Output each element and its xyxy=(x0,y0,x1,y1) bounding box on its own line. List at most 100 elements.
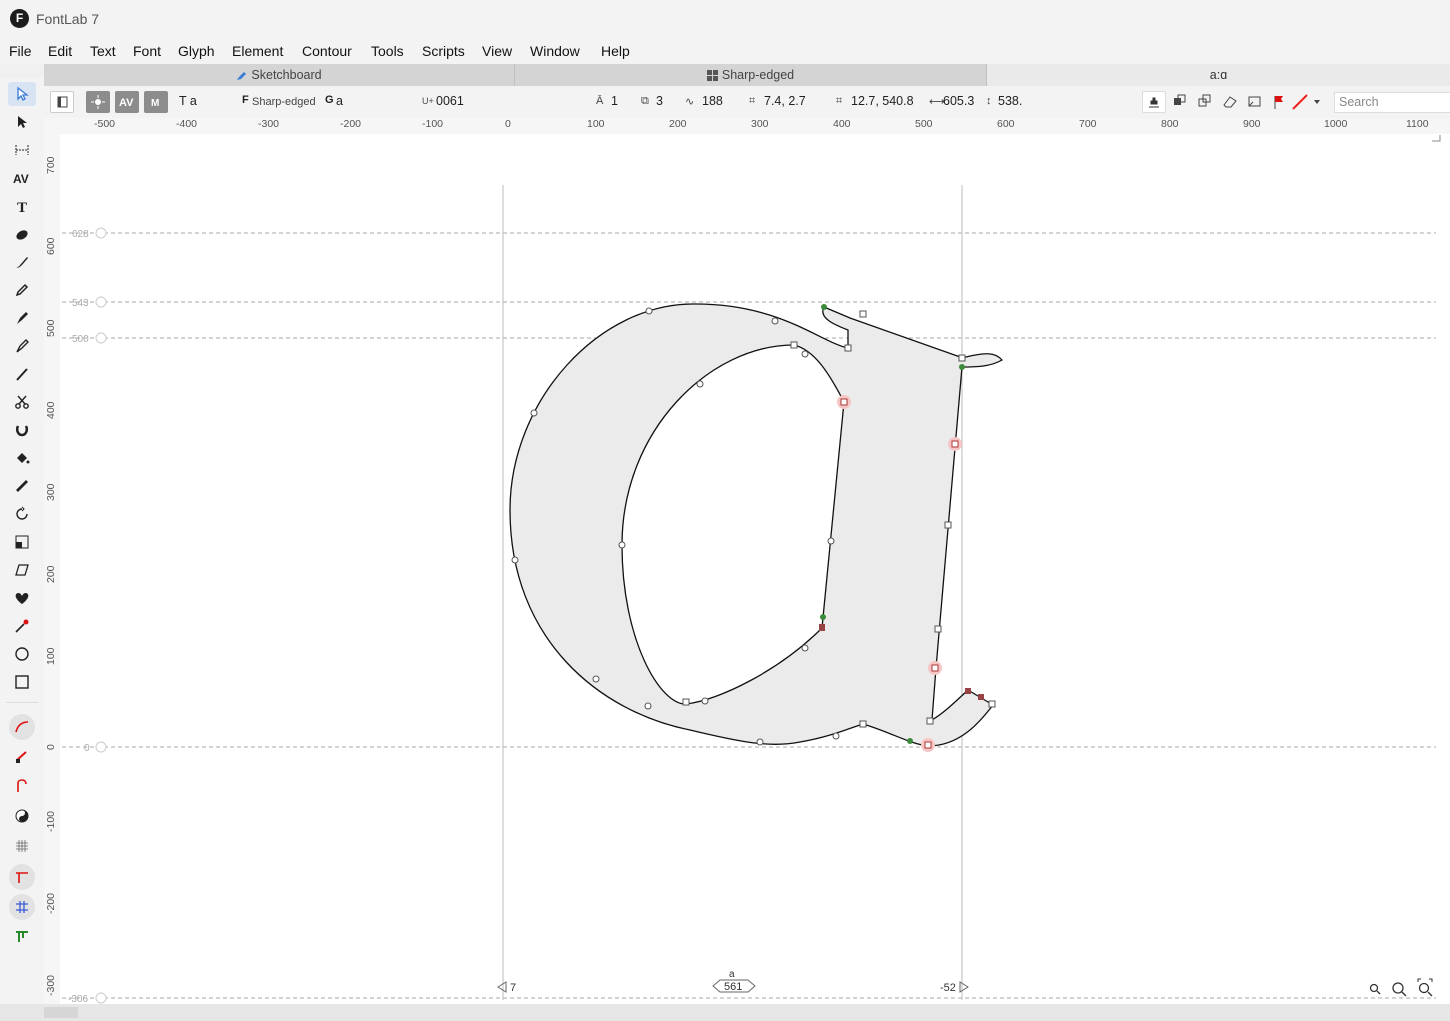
preview-toggle-button[interactable] xyxy=(86,91,110,113)
ellipse-tool[interactable] xyxy=(8,642,36,666)
search-input[interactable]: Search xyxy=(1334,92,1450,113)
node[interactable] xyxy=(859,310,867,318)
node[interactable] xyxy=(592,675,600,683)
node[interactable] xyxy=(771,317,779,325)
font-name-field[interactable]: Sharp-edged xyxy=(252,96,316,108)
kerning-toggle-button[interactable]: AV xyxy=(115,91,139,113)
node[interactable] xyxy=(926,717,934,725)
node[interactable] xyxy=(682,698,690,706)
start-node[interactable] xyxy=(821,304,827,310)
start-node[interactable] xyxy=(907,738,913,744)
position-field[interactable]: 7.4, 2.7 xyxy=(764,94,806,108)
rsb-arrow-icon[interactable] xyxy=(959,981,969,993)
glyph-canvas[interactable]: 628 543 500 0 -306 7 a 561 -52 xyxy=(60,134,1450,1004)
node-align-toggle[interactable] xyxy=(8,744,36,768)
union-button[interactable] xyxy=(1169,91,1191,113)
slant-tool[interactable] xyxy=(8,558,36,582)
baseline-lock-icon[interactable] xyxy=(95,741,107,753)
rectangle-tool[interactable] xyxy=(8,670,36,694)
start-node[interactable] xyxy=(820,614,826,620)
corner-resize-icon[interactable] xyxy=(1432,135,1441,142)
magnet-tool[interactable] xyxy=(8,418,36,442)
menu-contour[interactable]: Contour xyxy=(302,43,352,59)
cap-height-lock-icon[interactable] xyxy=(95,296,107,308)
menu-text[interactable]: Text xyxy=(90,43,116,59)
hints-toggle[interactable] xyxy=(8,924,36,948)
node[interactable] xyxy=(801,644,809,652)
zoom-fit-button[interactable] xyxy=(1417,978,1433,997)
fill-tool[interactable] xyxy=(8,446,36,470)
metrics-tool[interactable] xyxy=(8,138,36,162)
node[interactable] xyxy=(951,440,959,448)
node[interactable] xyxy=(931,664,939,672)
contour-tool[interactable] xyxy=(8,82,36,106)
node[interactable] xyxy=(978,694,984,700)
x-height-lock-icon[interactable] xyxy=(95,332,107,344)
zoom-out-button[interactable] xyxy=(1369,983,1381,995)
tab-glyph-window[interactable]: a:ɑ xyxy=(987,64,1450,86)
sidebar-toggle-button[interactable] xyxy=(50,91,74,113)
element-tool[interactable] xyxy=(8,110,36,134)
smart-corner-toggle[interactable] xyxy=(8,774,36,798)
knife-tool[interactable] xyxy=(8,390,36,414)
ascender-lock-icon[interactable] xyxy=(95,227,107,239)
pencil-tool[interactable] xyxy=(8,278,36,302)
node[interactable] xyxy=(988,700,996,708)
size-field[interactable]: 12.7, 540.8 xyxy=(851,94,914,108)
scroll-thumb[interactable] xyxy=(44,1007,78,1018)
node[interactable] xyxy=(832,732,840,740)
node[interactable] xyxy=(840,398,848,406)
start-node[interactable] xyxy=(959,364,965,370)
node[interactable] xyxy=(859,720,867,728)
power-nib-tool[interactable] xyxy=(8,362,36,386)
menu-tools[interactable]: Tools xyxy=(371,43,404,59)
node[interactable] xyxy=(644,702,652,710)
node[interactable] xyxy=(958,354,966,362)
menu-element[interactable]: Element xyxy=(232,43,283,59)
rsb-value[interactable]: -52 xyxy=(940,982,956,994)
frame-button[interactable] xyxy=(1244,91,1266,113)
metrics-lines-toggle[interactable] xyxy=(9,894,35,920)
scale-tool[interactable] xyxy=(8,530,36,554)
eraser-button[interactable] xyxy=(1219,91,1241,113)
node[interactable] xyxy=(790,341,798,349)
curve-mode-toggle[interactable] xyxy=(9,714,35,740)
menu-window[interactable]: Window xyxy=(530,43,580,59)
brush-tool[interactable] xyxy=(8,250,36,274)
copy-button[interactable] xyxy=(1194,91,1216,113)
blob-brush-tool[interactable] xyxy=(8,222,36,246)
stamp-button[interactable] xyxy=(1142,91,1166,113)
text-tool[interactable]: T xyxy=(8,194,36,218)
text-mode-field[interactable]: T a xyxy=(179,94,197,108)
height-field[interactable]: 538. xyxy=(998,94,1022,108)
glyph-contour[interactable] xyxy=(509,303,1004,747)
lsb-arrow-icon[interactable] xyxy=(497,981,507,993)
transform-tool[interactable] xyxy=(8,586,36,610)
zoom-in-button[interactable] xyxy=(1392,982,1407,997)
eyedropper-tool[interactable] xyxy=(8,614,36,638)
pen-tool[interactable] xyxy=(8,306,36,330)
menu-view[interactable]: View xyxy=(482,43,512,59)
node[interactable] xyxy=(844,344,852,352)
node[interactable] xyxy=(944,521,952,529)
node[interactable] xyxy=(696,380,704,388)
advance-value[interactable]: 561 xyxy=(724,981,742,993)
rapid-tool[interactable] xyxy=(8,334,36,358)
glyph-name-field[interactable]: a xyxy=(336,94,343,108)
menu-font[interactable]: Font xyxy=(133,43,161,59)
node[interactable] xyxy=(618,541,626,549)
menu-scripts[interactable]: Scripts xyxy=(422,43,465,59)
node[interactable] xyxy=(511,556,519,564)
contrast-toggle[interactable] xyxy=(8,804,36,828)
color-flag-dropdown[interactable] xyxy=(1290,91,1328,113)
kerning-tool[interactable]: AV xyxy=(8,166,36,190)
flag-button[interactable] xyxy=(1268,91,1290,113)
node[interactable] xyxy=(801,350,809,358)
lsb-value[interactable]: 7 xyxy=(510,982,516,994)
menu-edit[interactable]: Edit xyxy=(48,43,72,59)
width-field[interactable]: 605.3 xyxy=(943,94,974,108)
ruler-tool[interactable] xyxy=(8,474,36,498)
menu-glyph[interactable]: Glyph xyxy=(178,43,215,59)
descender-lock-icon[interactable] xyxy=(95,992,107,1004)
node[interactable] xyxy=(965,688,971,694)
